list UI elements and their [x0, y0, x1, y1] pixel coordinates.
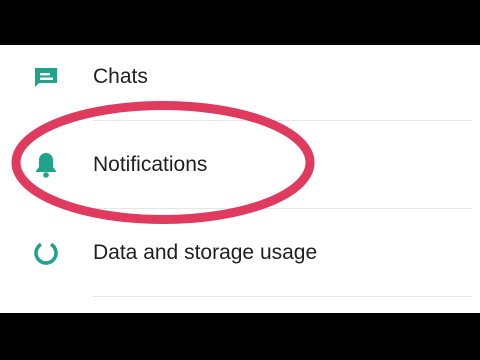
settings-item-chats[interactable]: Chats: [0, 45, 480, 121]
data-usage-icon: [30, 237, 62, 269]
settings-item-notifications[interactable]: Notifications: [0, 121, 480, 209]
settings-item-label: Data and storage usage: [93, 241, 318, 264]
settings-panel: Chats Notifications Data and storage usa…: [0, 45, 480, 313]
bell-icon: [30, 149, 62, 181]
chat-icon: [30, 61, 62, 93]
settings-item-label: Chats: [93, 65, 148, 88]
settings-item-label: Notifications: [93, 153, 208, 176]
settings-item-data-storage[interactable]: Data and storage usage: [0, 209, 480, 297]
divider: [93, 296, 472, 297]
